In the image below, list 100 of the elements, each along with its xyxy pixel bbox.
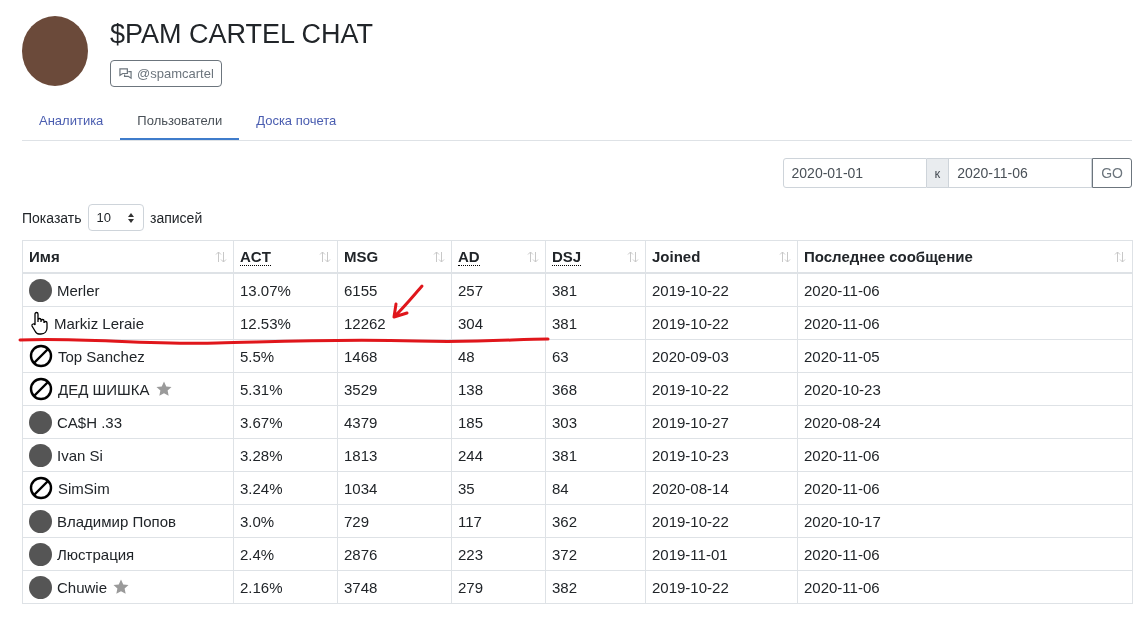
table-cell: 2019-10-22 <box>645 372 798 406</box>
avatar-placeholder <box>29 278 52 302</box>
table-cell: 2020-08-14 <box>645 471 798 505</box>
table-cell: 13.07% <box>233 273 338 307</box>
table-cell: 2019-10-22 <box>645 306 798 340</box>
user-name: Top Sanchez <box>58 347 145 365</box>
tab[interactable]: Пользователи <box>120 103 240 140</box>
table-cell: 2019-11-01 <box>645 537 798 571</box>
table-cell: 244 <box>451 438 546 472</box>
table-cell: 223 <box>451 537 546 571</box>
date-from-field[interactable]: 2020-01-01 <box>782 158 927 188</box>
avatar-placeholder <box>29 542 52 566</box>
table-cell: 2019-10-22 <box>645 570 798 604</box>
table-cell: 117 <box>451 504 546 538</box>
prohibited-icon <box>29 476 53 500</box>
table-cell: 2020-11-05 <box>797 339 1133 373</box>
user-name: Merler <box>57 281 100 299</box>
user-name: Владимир Попов <box>57 512 176 530</box>
user-name: Люстрация <box>57 545 135 563</box>
table-cell: 279 <box>451 570 546 604</box>
table-cell: 257 <box>451 273 546 307</box>
sort-icon <box>627 250 639 263</box>
table-cell: 2020-11-06 <box>797 471 1133 505</box>
table-cell: 3.28% <box>233 438 338 472</box>
table-cell: 3.0% <box>233 504 338 538</box>
table-cell: 5.5% <box>233 339 338 373</box>
column-header[interactable]: DSJ <box>545 240 646 273</box>
table-cell: 304 <box>451 306 546 340</box>
table-cell: 2.4% <box>233 537 338 571</box>
hand-drawn-arrow <box>392 284 424 319</box>
user-name: Markiz Leraie <box>54 314 145 332</box>
table-cell: 2020-11-06 <box>797 537 1133 571</box>
go-button[interactable]: GO <box>1092 158 1132 188</box>
column-header[interactable]: ACT <box>233 240 338 273</box>
table-cell: 6155 <box>337 273 452 307</box>
table-cell: 382 <box>545 570 646 604</box>
table-cell: 2019-10-23 <box>645 438 798 472</box>
table-cell: 63 <box>545 339 646 373</box>
column-header[interactable]: Имя <box>22 240 234 273</box>
table-cell: 2019-10-27 <box>645 405 798 439</box>
table-cell: 303 <box>545 405 646 439</box>
table-cell: 4379 <box>337 405 452 439</box>
table-cell: 2020-11-06 <box>797 438 1133 472</box>
column-header[interactable]: AD <box>451 240 546 273</box>
table-cell: 1034 <box>337 471 452 505</box>
chat-icon <box>118 67 133 80</box>
prohibited-icon <box>29 377 53 401</box>
table-cell: 381 <box>545 273 646 307</box>
avatar-placeholder <box>29 443 52 467</box>
table-cell: 3748 <box>337 570 452 604</box>
table-cell: 35 <box>451 471 546 505</box>
table-cell: 2020-11-06 <box>797 273 1133 307</box>
tab[interactable]: Доска почета <box>239 103 354 140</box>
tab[interactable]: Аналитика <box>22 103 121 140</box>
sort-icon <box>319 250 331 263</box>
table-cell: 48 <box>451 339 546 373</box>
table-cell: 5.31% <box>233 372 338 406</box>
sort-icon <box>433 250 445 263</box>
sort-icon <box>779 250 791 263</box>
range-separator: к <box>926 158 949 188</box>
table-cell: 2019-10-22 <box>645 273 798 307</box>
table-cell: 2020-10-17 <box>797 504 1133 538</box>
table-cell: 3529 <box>337 372 452 406</box>
sort-icon <box>527 250 539 263</box>
records-label: записей <box>150 209 203 226</box>
page-title: $PAM CARTEL CHAT <box>110 18 374 51</box>
table-cell: 372 <box>545 537 646 571</box>
table-cell: 381 <box>545 438 646 472</box>
table-cell: 3.67% <box>233 405 338 439</box>
date-to-field[interactable]: 2020-11-06 <box>948 158 1093 188</box>
sort-icon <box>215 250 227 263</box>
hand-pointer-icon <box>29 311 49 335</box>
table-cell: 185 <box>451 405 546 439</box>
table-cell: 729 <box>337 504 452 538</box>
column-header[interactable]: MSG <box>337 240 452 273</box>
table-cell: 2019-10-22 <box>645 504 798 538</box>
table-cell: 12.53% <box>233 306 338 340</box>
page-length-select[interactable]: 10 <box>87 204 144 231</box>
user-name: ДЕД ШИШКА <box>58 380 150 398</box>
handle-link[interactable]: @spamcartel <box>110 60 222 87</box>
table-cell: 2020-11-06 <box>797 570 1133 604</box>
avatar-placeholder <box>29 509 52 533</box>
table-cell: 3.24% <box>233 471 338 505</box>
table-cell: 1813 <box>337 438 452 472</box>
user-name: Ivan Si <box>57 446 103 464</box>
prohibited-icon <box>29 344 53 368</box>
user-name: CA$H .33 <box>57 413 123 431</box>
table-cell: 2020-08-24 <box>797 405 1133 439</box>
sort-icon <box>1114 250 1126 263</box>
table-cell: 2.16% <box>233 570 338 604</box>
show-label: Показать <box>22 209 82 226</box>
table-cell: 362 <box>545 504 646 538</box>
column-header[interactable]: Joined <box>645 240 798 273</box>
table-cell: 2020-11-06 <box>797 306 1133 340</box>
column-header[interactable]: Последнее сообщение <box>797 240 1133 273</box>
table-cell: 84 <box>545 471 646 505</box>
avatar-placeholder <box>29 410 52 434</box>
user-name: SimSim <box>58 479 110 497</box>
caret-icon <box>127 211 135 224</box>
table-cell: 368 <box>545 372 646 406</box>
